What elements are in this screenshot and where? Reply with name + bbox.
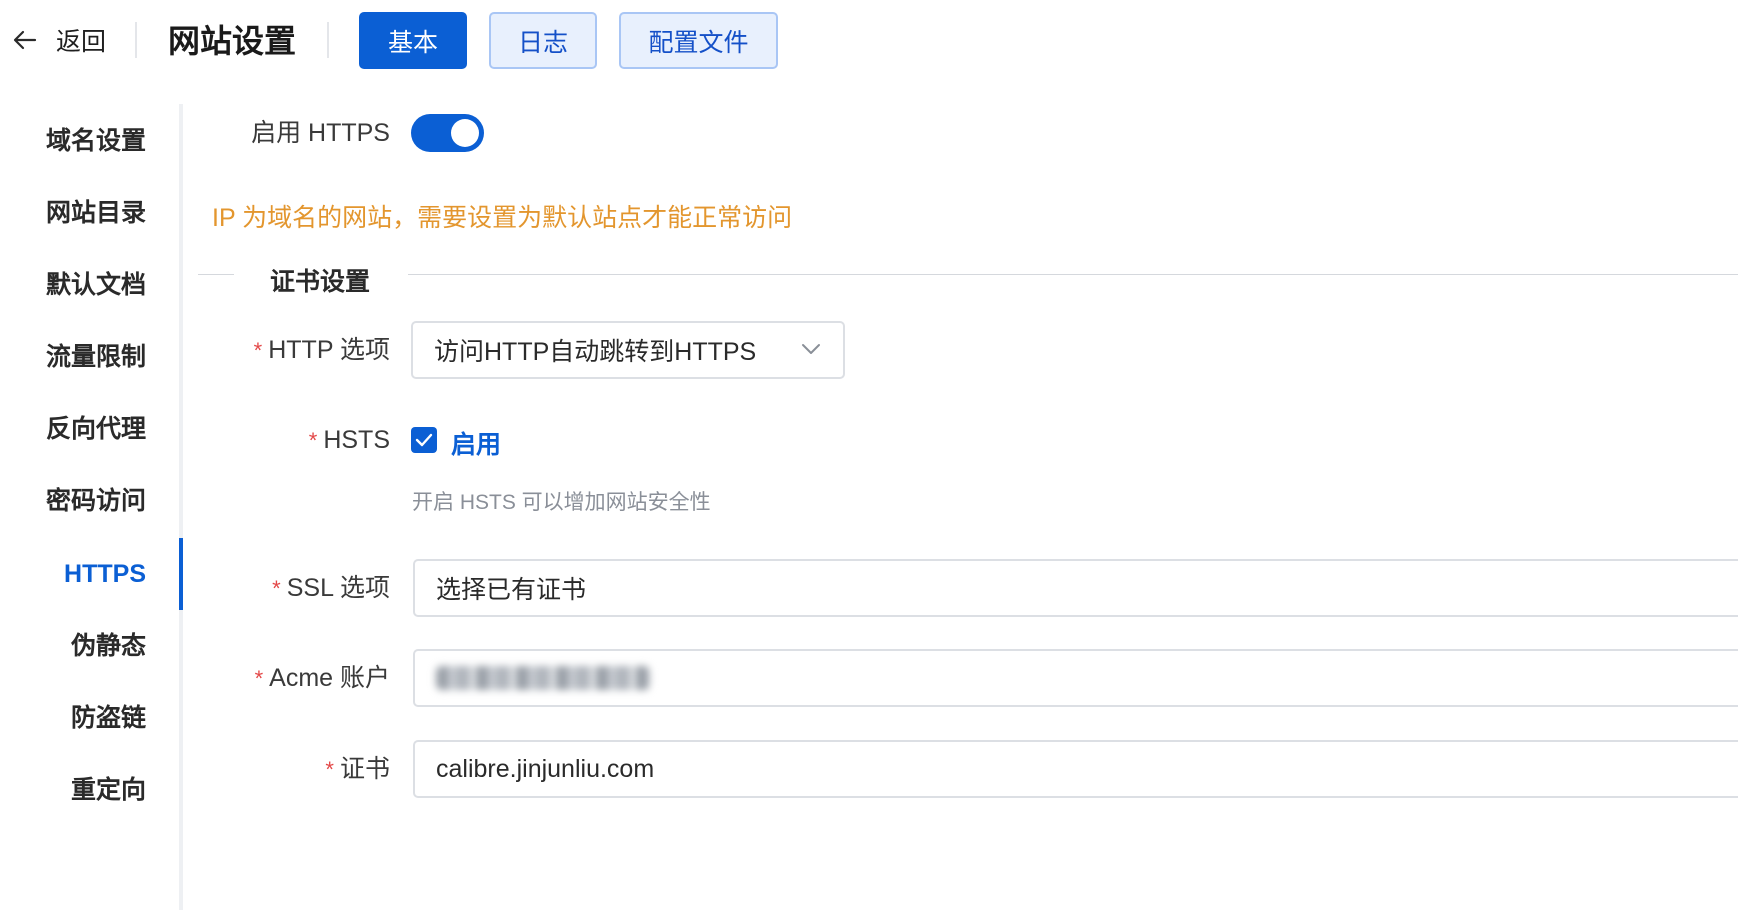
tab-basic-label: 基本 (387, 28, 438, 57)
header-divider (135, 22, 137, 58)
toggle-knob (451, 119, 479, 147)
required-mark: * (325, 757, 334, 782)
checkmark-icon (415, 433, 433, 447)
required-mark: * (272, 576, 281, 601)
page-title: 网站设置 (168, 23, 297, 59)
hsts-checkbox[interactable] (411, 427, 437, 453)
hsts-label-text: HSTS (323, 426, 390, 454)
section-title: 证书设置 (270, 268, 371, 296)
certificate-value: calibre.jinjunliu.com (436, 754, 655, 783)
sidebar-item-password-access[interactable]: 密码访问 (46, 486, 146, 516)
required-mark: * (254, 666, 264, 691)
hsts-checkbox-label[interactable]: 启用 (451, 425, 501, 461)
hsts-hint: 开启 HSTS 可以增加网站安全性 (412, 491, 711, 514)
http-option-value: 访问HTTP自动跳转到HTTPS (434, 338, 757, 366)
ssl-option-label-text: SSL 选项 (286, 574, 390, 602)
sidebar-item-https[interactable]: HTTPS (64, 559, 146, 589)
required-mark: * (308, 428, 318, 453)
redacted-account-value (436, 666, 650, 690)
header-divider (327, 22, 329, 58)
ssl-option-select[interactable]: 选择已有证书 (413, 559, 1738, 617)
tab-log-label: 日志 (517, 28, 568, 57)
sidebar-track (179, 104, 183, 910)
chevron-down-icon (802, 344, 820, 354)
sidebar-item-rewrite[interactable]: 伪静态 (71, 631, 146, 661)
sidebar-item-reverse-proxy[interactable]: 反向代理 (46, 414, 146, 444)
http-option-label: * HTTP 选项 (254, 335, 390, 366)
tab-config-file-label: 配置文件 (648, 28, 749, 57)
tab-log[interactable]: 日志 (489, 12, 597, 69)
ssl-option-label: * SSL 选项 (272, 573, 390, 604)
sidebar-item-traffic-limit[interactable]: 流量限制 (46, 342, 146, 372)
back-label: 返回 (56, 28, 107, 56)
https-toggle-label: 启用 HTTPS (251, 119, 390, 147)
certificate-label-text: 证书 (339, 755, 390, 783)
sidebar-item-site-directory[interactable]: 网站目录 (46, 198, 146, 228)
certificate-select[interactable]: calibre.jinjunliu.com (413, 740, 1738, 798)
hsts-label: * HSTS (309, 425, 390, 456)
acme-account-label: * Acme 账户 (255, 663, 390, 694)
acme-account-select[interactable] (413, 649, 1738, 707)
arrow-left-icon (13, 30, 37, 50)
sidebar-item-hotlink-protection[interactable]: 防盗链 (71, 703, 146, 733)
back-button[interactable]: 返回 (12, 18, 106, 62)
https-toggle[interactable] (411, 114, 484, 152)
required-mark: * (253, 338, 263, 363)
sidebar-item-default-document[interactable]: 默认文档 (46, 270, 146, 300)
section-divider-left (198, 274, 234, 275)
tab-basic[interactable]: 基本 (359, 12, 467, 69)
sidebar-item-domain[interactable]: 域名设置 (46, 126, 146, 156)
sidebar-item-redirect[interactable]: 重定向 (71, 775, 146, 805)
http-option-select[interactable]: 访问HTTP自动跳转到HTTPS (411, 321, 845, 379)
http-option-label-text: HTTP 选项 (268, 336, 390, 364)
sidebar-active-indicator (179, 538, 183, 610)
tab-config-file[interactable]: 配置文件 (619, 12, 778, 69)
certificate-label: * 证书 (325, 754, 390, 785)
acme-account-label-text: Acme 账户 (269, 664, 390, 692)
ssl-option-value: 选择已有证书 (436, 576, 587, 604)
ip-domain-warning: IP 为域名的网站，需要设置为默认站点才能正常访问 (212, 204, 793, 232)
section-divider-right (408, 274, 1738, 275)
